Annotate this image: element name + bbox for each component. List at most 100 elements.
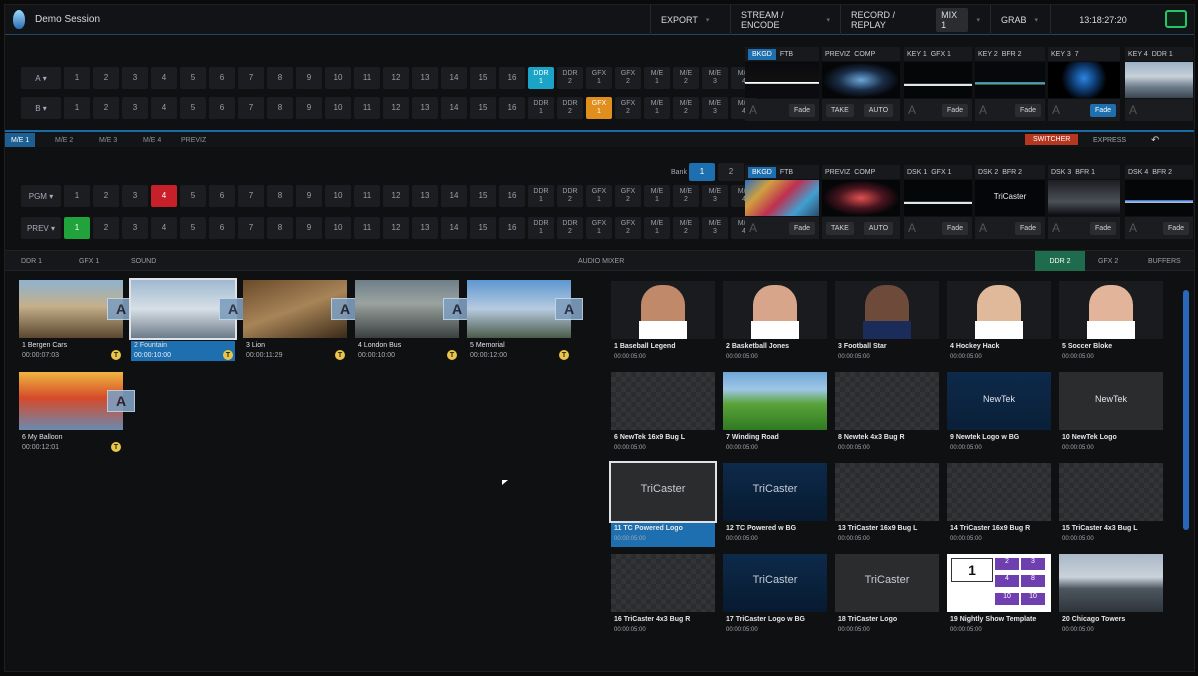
prev-input-6[interactable]: 6 (209, 217, 235, 239)
main-panel-sub[interactable]: BFR 2 (1152, 169, 1172, 176)
ddr2-clip-thumbnail[interactable] (611, 281, 715, 339)
row-b-me-2[interactable]: M/E 2 (673, 97, 699, 119)
ddr2-clip-thumbnail[interactable] (723, 281, 827, 339)
ddr2-clip-thumbnail[interactable]: NewTek (1059, 372, 1163, 430)
bank-1-button[interactable]: 1 (689, 163, 715, 181)
top-panel-sub[interactable]: 7 (1075, 51, 1079, 58)
row-a-ddr-2[interactable]: DDR 2 (557, 67, 583, 89)
ddr2-clip-thumbnail[interactable] (1059, 554, 1163, 612)
top-panel-label[interactable]: KEY 2 (978, 51, 998, 58)
main-fade-button[interactable]: Fade (942, 221, 968, 235)
pgm-input-11[interactable]: 11 (354, 185, 380, 207)
ddr2-clip-thumbnail[interactable]: TriCaster (609, 461, 717, 523)
ddr2-clip-thumbnail[interactable] (947, 463, 1051, 521)
tab-ddr1[interactable]: DDR 1 (13, 251, 50, 271)
row-b-selector[interactable]: B ▾ (21, 97, 61, 119)
row-a-gfx-1[interactable]: GFX 1 (586, 67, 612, 89)
row-a-me-3[interactable]: M/E 3 (702, 67, 728, 89)
top-panel-label[interactable]: PREVIZ (825, 51, 850, 58)
main-panel-label[interactable]: DSK 3 (1051, 169, 1071, 176)
ddr2-clip-thumbnail[interactable] (723, 372, 827, 430)
row-b-input-13[interactable]: 13 (412, 97, 438, 119)
row-a-selector[interactable]: A ▾ (21, 67, 61, 89)
row-a-input-6[interactable]: 6 (209, 67, 235, 89)
pgm-input-4[interactable]: 4 (151, 185, 177, 207)
row-b-input-15[interactable]: 15 (470, 97, 496, 119)
ddr2-clip-thumbnail[interactable] (1059, 463, 1163, 521)
ddr1-clip-t-icon[interactable]: T (559, 350, 569, 360)
row-a-input-5[interactable]: 5 (180, 67, 206, 89)
row-a-ddr-1[interactable]: DDR 1 (528, 67, 554, 89)
ddr2-clip-thumbnail[interactable]: TriCaster (723, 463, 827, 521)
prev-input-10[interactable]: 10 (325, 217, 351, 239)
main-panel-label[interactable]: BKGD (748, 166, 776, 178)
menu-export[interactable]: EXPORT ▾ (650, 5, 730, 35)
row-a-input-15[interactable]: 15 (470, 67, 496, 89)
prev-selector[interactable]: PREV ▾ (21, 217, 61, 239)
row-a-input-14[interactable]: 14 (441, 67, 467, 89)
top-panel-label[interactable]: BKGD (748, 48, 776, 60)
prev-me-3[interactable]: M/E 3 (702, 217, 728, 239)
undo-icon[interactable]: ↶ (1145, 133, 1165, 147)
prev-input-5[interactable]: 5 (180, 217, 206, 239)
tab-gfx2[interactable]: GFX 2 (1090, 251, 1126, 271)
row-a-input-2[interactable]: 2 (93, 67, 119, 89)
prev-input-8[interactable]: 8 (267, 217, 293, 239)
row-a-gfx-2[interactable]: GFX 2 (615, 67, 641, 89)
row-b-input-9[interactable]: 9 (296, 97, 322, 119)
prev-gfx-2[interactable]: GFX 2 (615, 217, 641, 239)
row-a-input-4[interactable]: 4 (151, 67, 177, 89)
pgm-input-5[interactable]: 5 (180, 185, 206, 207)
switcher-button[interactable]: SWITCHER (1025, 134, 1079, 145)
row-a-input-8[interactable]: 8 (267, 67, 293, 89)
top-panel-label[interactable]: KEY 4 (1128, 51, 1148, 58)
pgm-input-2[interactable]: 2 (93, 185, 119, 207)
ddr2-clip-thumbnail[interactable] (611, 372, 715, 430)
main-panel-label[interactable]: DSK 4 (1128, 169, 1148, 176)
tab-audio-mixer[interactable]: AUDIO MIXER (570, 251, 632, 271)
main-panel-sub[interactable]: BFR 2 (1002, 169, 1022, 176)
tab-me4[interactable]: M/E 4 (137, 133, 167, 147)
top-fade-button[interactable]: Fade (1015, 103, 1041, 117)
top-fade-button[interactable]: Fade (789, 103, 815, 117)
row-a-input-10[interactable]: 10 (325, 67, 351, 89)
bank-2-button[interactable]: 2 (718, 163, 744, 181)
row-b-input-16[interactable]: 16 (499, 97, 525, 119)
row-b-ddr-2[interactable]: DDR 2 (557, 97, 583, 119)
pgm-gfx-1[interactable]: GFX 1 (586, 185, 612, 207)
prev-input-1[interactable]: 1 (64, 217, 90, 239)
main-panel-sub[interactable]: COMP (854, 169, 875, 176)
pgm-input-16[interactable]: 16 (499, 185, 525, 207)
pgm-ddr-1[interactable]: DDR 1 (528, 185, 554, 207)
main-fade-button[interactable]: Fade (1015, 221, 1041, 235)
tab-me1[interactable]: M/E 1 (5, 133, 36, 147)
pgm-input-12[interactable]: 12 (383, 185, 409, 207)
row-b-gfx-1[interactable]: GFX 1 (586, 97, 612, 119)
top-take-button[interactable]: TAKE (826, 103, 854, 117)
row-a-input-11[interactable]: 11 (354, 67, 380, 89)
pgm-selector[interactable]: PGM ▾ (21, 185, 61, 207)
prev-input-12[interactable]: 12 (383, 217, 409, 239)
pgm-input-14[interactable]: 14 (441, 185, 467, 207)
pgm-me-2[interactable]: M/E 2 (673, 185, 699, 207)
tab-sound[interactable]: SOUND (123, 251, 164, 271)
row-b-input-14[interactable]: 14 (441, 97, 467, 119)
ddr2-clip-thumbnail[interactable] (835, 372, 939, 430)
ddr2-clip-thumbnail[interactable]: TriCaster (835, 554, 939, 612)
tab-ddr2[interactable]: DDR 2 (1035, 251, 1085, 271)
prev-input-13[interactable]: 13 (412, 217, 438, 239)
main-panel-sub[interactable]: FTB (780, 169, 793, 176)
row-b-input-3[interactable]: 3 (122, 97, 148, 119)
pgm-input-9[interactable]: 9 (296, 185, 322, 207)
row-a-input-16[interactable]: 16 (499, 67, 525, 89)
prev-me-1[interactable]: M/E 1 (644, 217, 670, 239)
row-a-input-12[interactable]: 12 (383, 67, 409, 89)
pgm-gfx-2[interactable]: GFX 2 (615, 185, 641, 207)
prev-input-4[interactable]: 4 (151, 217, 177, 239)
row-b-input-7[interactable]: 7 (238, 97, 264, 119)
prev-input-9[interactable]: 9 (296, 217, 322, 239)
row-b-input-6[interactable]: 6 (209, 97, 235, 119)
ddr1-clip-t-icon[interactable]: T (223, 350, 233, 360)
main-take-button[interactable]: TAKE (826, 221, 854, 235)
main-panel-label[interactable]: PREVIZ (825, 169, 850, 176)
